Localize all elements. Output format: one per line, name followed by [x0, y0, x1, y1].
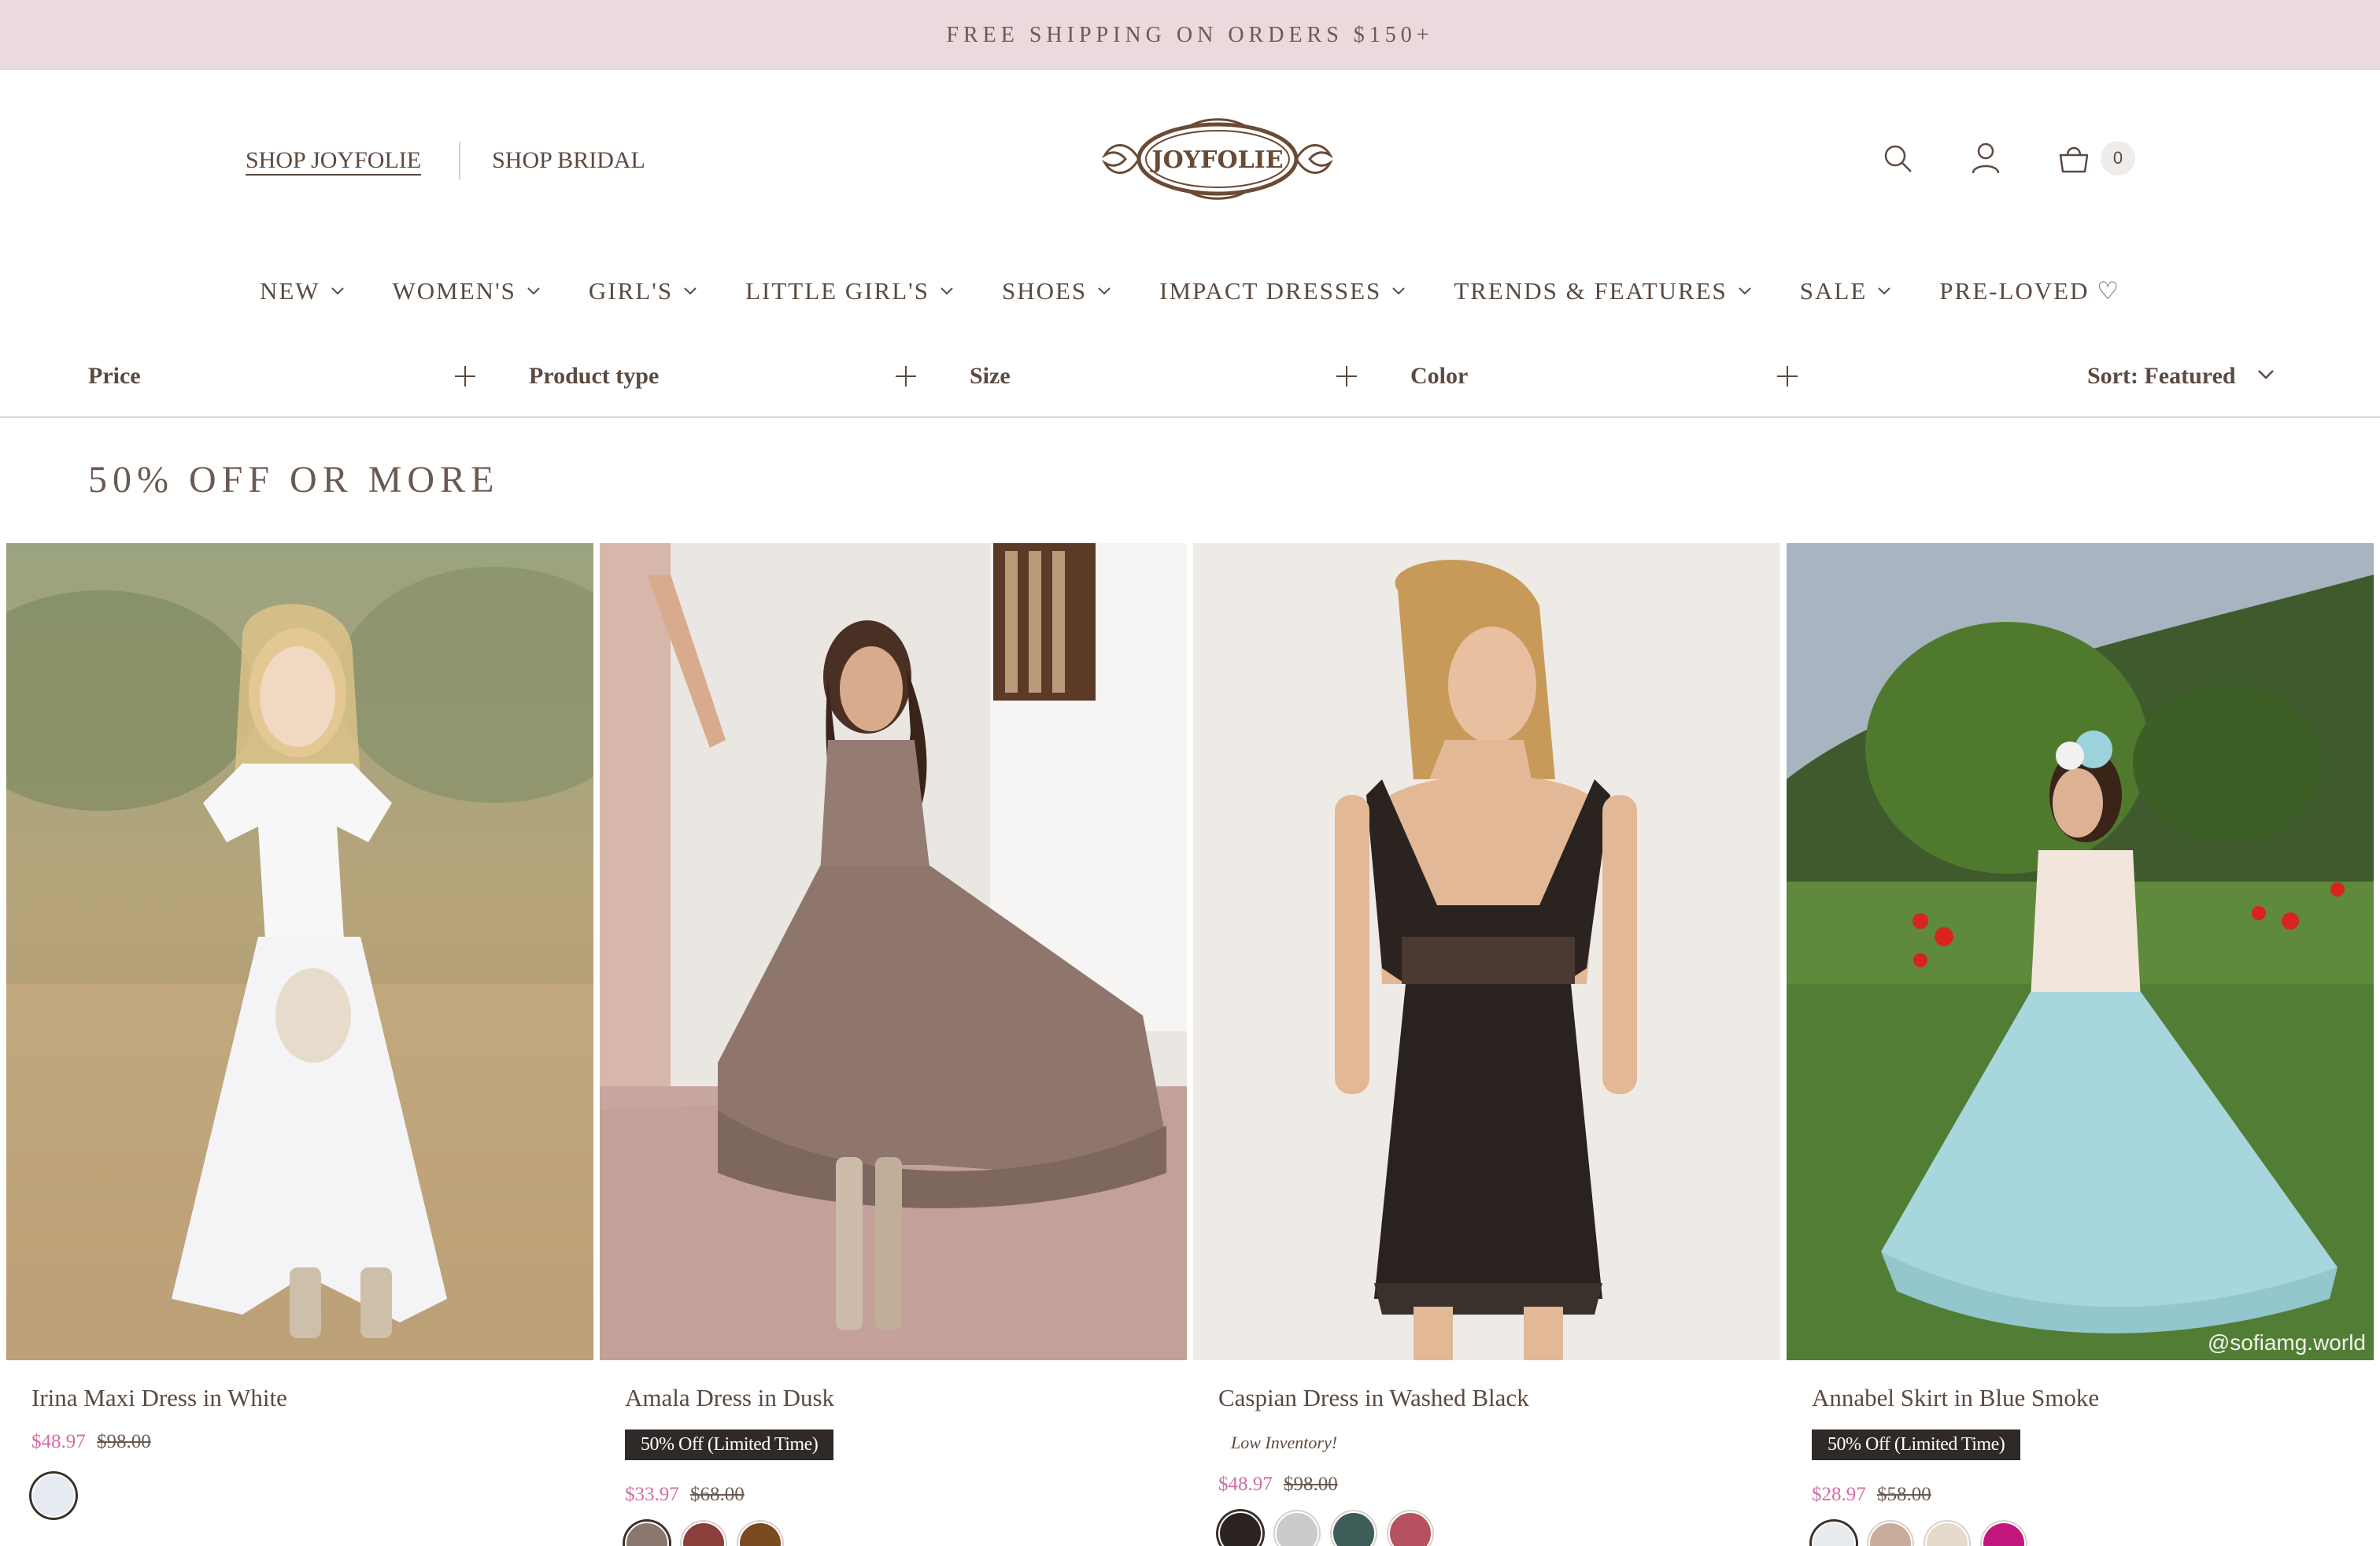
plus-icon — [1336, 366, 1357, 386]
color-swatch[interactable] — [625, 1522, 669, 1546]
sort-dropdown[interactable]: Sort: Featured — [2087, 357, 2274, 396]
sale-price: $48.97 — [1218, 1474, 1273, 1495]
nav-item-girls[interactable]: GIRL'S — [589, 277, 697, 305]
chevron-down-icon — [1739, 287, 1751, 295]
joyfolie-logo[interactable]: JOYFOLIE — [1096, 116, 1340, 202]
filter-product-type[interactable]: Product type — [529, 357, 916, 396]
original-price: $98.00 — [1284, 1474, 1338, 1495]
announcement-bar: FREE SHIPPING ON ORDERS $150+ — [0, 0, 2380, 70]
chevron-down-icon — [1098, 287, 1111, 295]
color-swatches — [625, 1522, 834, 1546]
nav-item-sale[interactable]: SALE — [1800, 277, 1891, 305]
product-title[interactable]: Annabel Skirt in Blue Smoke — [1812, 1384, 2099, 1412]
original-price: $98.00 — [97, 1431, 151, 1452]
color-swatch[interactable] — [738, 1522, 782, 1546]
nav-item-trends-features[interactable]: TRENDS & FEATURES — [1454, 277, 1751, 305]
product-image[interactable] — [6, 543, 593, 1360]
search-icon[interactable] — [1877, 138, 1918, 179]
promo-badge: 50% Off (Limited Time) — [1812, 1429, 2021, 1460]
shop-bridal-link[interactable]: SHOP BRIDAL — [492, 147, 645, 174]
product-card[interactable]: Irina Maxi Dress in White $48.97 $98.00 — [6, 543, 593, 1518]
site-header: SHOP JOYFOLIE SHOP BRIDAL JOYFOLIE 0 — [0, 70, 2380, 259]
color-swatch[interactable] — [1388, 1511, 1432, 1546]
product-image[interactable] — [600, 543, 1187, 1360]
cart-icon[interactable] — [2053, 138, 2094, 179]
header-icons: 0 — [1877, 138, 2135, 179]
chevron-down-icon — [941, 287, 953, 295]
chevron-down-icon — [1878, 287, 1891, 295]
cart-button[interactable]: 0 — [2053, 138, 2135, 179]
product-card[interactable]: @sofiamg.world Annabel Skirt in Blue Smo… — [1787, 543, 2374, 1546]
chevron-down-icon — [2257, 369, 2274, 383]
chevron-down-icon — [331, 287, 344, 295]
product-card[interactable]: Caspian Dress in Washed Black Low Invent… — [1193, 543, 1780, 1546]
color-swatch[interactable] — [31, 1474, 76, 1518]
image-watermark: @sofiamg.world — [2207, 1330, 2366, 1355]
color-swatch[interactable] — [682, 1522, 726, 1546]
color-swatch[interactable] — [1868, 1522, 1913, 1546]
color-swatches — [31, 1474, 287, 1522]
chevron-down-icon — [527, 287, 540, 295]
nav-item-impact-dresses[interactable]: IMPACT DRESSES — [1159, 277, 1406, 305]
shop-divider — [459, 142, 461, 179]
product-title[interactable]: Irina Maxi Dress in White — [31, 1384, 287, 1412]
color-swatch[interactable] — [1925, 1522, 1969, 1546]
svg-text:JOYFOLIE: JOYFOLIE — [1149, 146, 1283, 174]
color-swatch[interactable] — [1218, 1511, 1262, 1546]
sale-price: $28.97 — [1812, 1484, 1866, 1505]
color-swatches — [1812, 1522, 2099, 1546]
filter-color[interactable]: Color — [1410, 357, 1798, 396]
color-swatch[interactable] — [1275, 1511, 1319, 1546]
plus-icon — [1777, 366, 1798, 386]
promo-badge: 50% Off (Limited Time) — [625, 1429, 834, 1460]
low-inventory-note: Low Inventory! — [1231, 1433, 1338, 1452]
announcement-text: FREE SHIPPING ON ORDERS $150+ — [946, 22, 1434, 47]
product-title[interactable]: Caspian Dress in Washed Black — [1218, 1384, 1529, 1412]
nav-item-pre-loved[interactable]: PRE-LOVED ♡ — [1939, 277, 2120, 305]
original-price: $58.00 — [1877, 1484, 1931, 1505]
color-swatch[interactable] — [1812, 1522, 1856, 1546]
color-swatches — [1218, 1511, 1529, 1546]
chevron-down-icon — [684, 287, 697, 295]
chevron-down-icon — [1392, 287, 1406, 295]
filter-price[interactable]: Price — [88, 357, 475, 396]
nav-item-little-girls[interactable]: LITTLE GIRL'S — [745, 277, 953, 305]
product-price: $28.97 $58.00 — [1812, 1484, 2099, 1506]
cart-count-badge: 0 — [2101, 141, 2135, 176]
filter-size[interactable]: Size — [970, 357, 1357, 396]
sale-price: $48.97 — [31, 1431, 86, 1452]
sale-price: $33.97 — [625, 1484, 679, 1505]
account-icon[interactable] — [1965, 138, 2006, 179]
main-nav: NEW WOMEN'S GIRL'S LITTLE GIRL'S SHOES I… — [0, 268, 2380, 315]
original-price: $68.00 — [690, 1484, 745, 1505]
nav-item-new[interactable]: NEW — [260, 277, 344, 305]
product-image[interactable] — [1193, 543, 1780, 1360]
nav-item-shoes[interactable]: SHOES — [1002, 277, 1111, 305]
nav-item-womens[interactable]: WOMEN'S — [393, 277, 540, 305]
plus-icon — [896, 366, 916, 386]
plus-icon — [455, 366, 475, 386]
collection-title: 50% OFF OR MORE — [88, 459, 500, 501]
filter-bar: Price Product type Size Color Sort: Feat… — [0, 342, 2380, 418]
product-price: $48.97 $98.00 — [1218, 1474, 1529, 1496]
product-title[interactable]: Amala Dress in Dusk — [625, 1384, 834, 1412]
shop-joyfolie-link[interactable]: SHOP JOYFOLIE — [246, 147, 421, 174]
color-swatch[interactable] — [1332, 1511, 1376, 1546]
product-price: $48.97 $98.00 — [31, 1431, 287, 1453]
product-card[interactable]: Amala Dress in Dusk 50% Off (Limited Tim… — [600, 543, 1187, 1546]
shop-switcher: SHOP JOYFOLIE SHOP BRIDAL — [246, 141, 645, 180]
color-swatch[interactable] — [1982, 1522, 2026, 1546]
product-image[interactable]: @sofiamg.world — [1787, 543, 2374, 1360]
product-price: $33.97 $68.00 — [625, 1484, 834, 1506]
